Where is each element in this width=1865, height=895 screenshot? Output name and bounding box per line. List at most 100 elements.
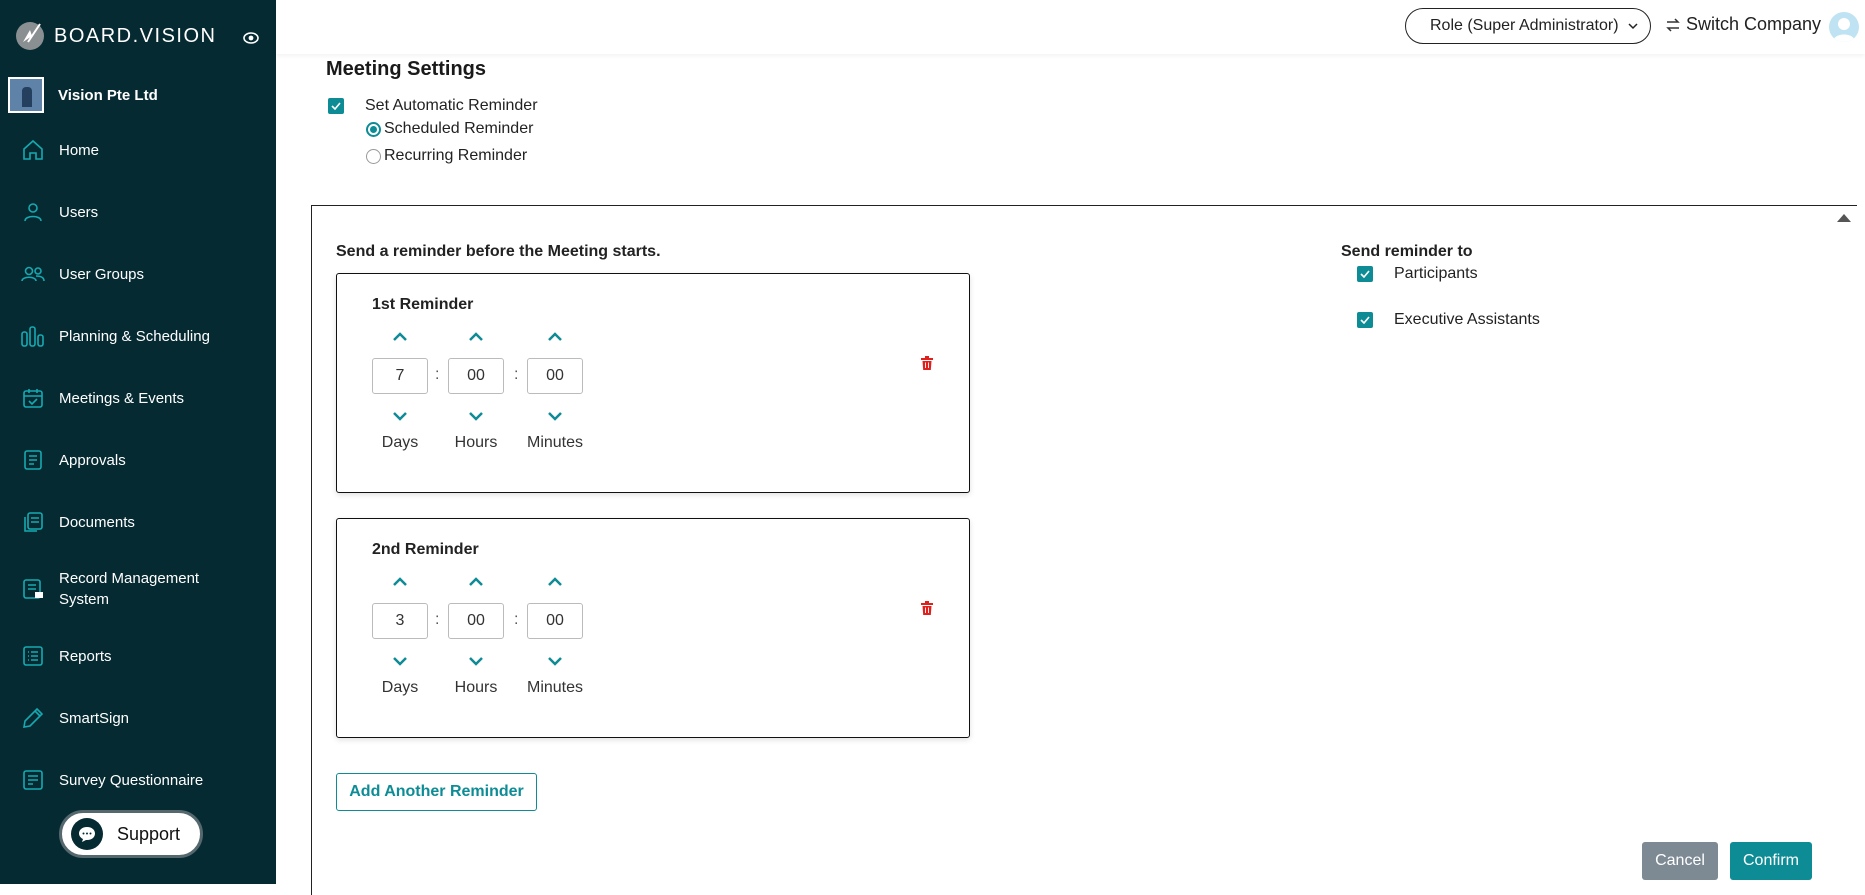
auto-reminder-label: Set Automatic Reminder [365,97,538,114]
hours-input[interactable]: 00 [448,358,504,394]
send-to-heading: Send reminder to [1341,243,1473,260]
delete-reminder-button[interactable] [921,601,933,620]
days-label: Days [381,434,419,451]
chevron-down-icon [548,656,562,666]
trash-icon [921,356,933,370]
days-input[interactable]: 3 [372,603,428,639]
reminder-title: 2nd Reminder [372,541,479,558]
days-input[interactable]: 7 [372,358,428,394]
survey-icon [20,767,46,793]
sidebar-item-record-management[interactable]: Record Management System [0,568,276,610]
sidebar-item-label: SmartSign [59,709,130,727]
confirm-button[interactable]: Confirm [1730,842,1812,880]
sidebar-item-home[interactable]: Home [0,130,276,170]
days-stepper: 7 Days [372,326,428,452]
sidebar-item-label: Home [59,141,100,159]
executive-assistants-checkbox[interactable]: Executive Assistants [1357,311,1540,329]
app-logo[interactable]: BOARD.VISION [14,20,216,52]
toggle-visibility-icon[interactable] [243,30,259,46]
reminder-title: 1st Reminder [372,296,474,313]
support-button[interactable]: Support [59,810,203,858]
increment-button[interactable] [448,326,504,346]
delete-reminder-button[interactable] [921,356,933,375]
sidebar-item-planning-scheduling[interactable]: Planning & Scheduling [0,316,276,356]
switch-company-label: Switch Company [1686,14,1822,34]
chevron-up-icon [469,331,483,341]
sidebar-item-label: Survey Questionnaire [59,771,204,789]
sidebar-item-label: Reports [59,647,112,665]
radio-unselected-icon [366,148,381,164]
sidebar-item-users[interactable]: Users [0,192,276,232]
chevron-down-icon [393,656,407,666]
reminder-card: 2nd Reminder 3 Days : 00 Hours : 00 Minu… [336,518,970,738]
time-separator: : [435,366,440,383]
time-separator: : [435,611,440,628]
hours-label: Hours [454,434,498,451]
minutes-input[interactable]: 00 [527,603,583,639]
days-label: Days [381,679,419,696]
time-separator: : [514,366,519,383]
increment-button[interactable] [527,571,583,591]
role-dropdown[interactable]: Role (Super Administrator) [1405,8,1651,44]
user-icon [20,199,46,225]
radio-scheduled-reminder[interactable]: Scheduled Reminder [366,120,533,138]
increment-button[interactable] [527,326,583,346]
add-reminder-button[interactable]: Add Another Reminder [336,773,537,811]
sidebar-item-survey-questionnaire[interactable]: Survey Questionnaire [0,760,276,800]
radio-recurring-reminder[interactable]: Recurring Reminder [366,147,527,165]
page-title: Meeting Settings [326,58,487,80]
chevron-up-icon [393,576,407,586]
switch-company-button[interactable]: Switch Company [1664,14,1821,35]
chevron-up-icon [393,331,407,341]
increment-button[interactable] [448,571,504,591]
sidebar-item-user-groups[interactable]: User Groups [0,254,276,294]
decrement-button[interactable] [372,651,428,671]
company-logo [8,77,44,113]
decrement-button[interactable] [448,651,504,671]
decrement-button[interactable] [527,406,583,426]
auto-reminder-checkbox[interactable]: Set Automatic Reminder [328,97,538,115]
decrement-button[interactable] [372,406,428,426]
minutes-stepper: 00 Minutes [527,571,583,697]
recipient-label: Executive Assistants [1394,311,1540,328]
decrement-button[interactable] [527,651,583,671]
main-content: Meeting Settings Set Automatic Reminder … [276,54,1865,895]
check-icon [1357,312,1373,328]
chevron-down-icon [469,656,483,666]
chevron-up-icon [548,331,562,341]
switch-arrows-icon [1666,17,1680,32]
chevron-down-icon [393,411,407,421]
minutes-label: Minutes [527,434,584,451]
sidebar-item-smartsign[interactable]: SmartSign [0,698,276,738]
pen-icon [20,705,46,731]
report-list-icon [20,643,46,669]
decrement-button[interactable] [448,406,504,426]
sidebar-item-approvals[interactable]: Approvals [0,440,276,480]
company-switcher[interactable]: Vision Pte Ltd [8,77,158,113]
minutes-input[interactable]: 00 [527,358,583,394]
sidebar-item-label: Planning & Scheduling [59,327,210,345]
increment-button[interactable] [372,571,428,591]
support-label: Support [117,823,181,844]
chat-bubble-icon [71,818,103,850]
bar-chart-icon [20,323,46,349]
scroll-up-arrow[interactable] [1837,214,1851,222]
avatar[interactable] [1829,12,1859,42]
sidebar-item-documents[interactable]: Documents [0,502,276,542]
reminder-card: 1st Reminder 7 Days : 00 Hours : 00 Minu… [336,273,970,493]
sidebar-item-reports[interactable]: Reports [0,636,276,676]
user-group-icon [20,261,46,287]
increment-button[interactable] [372,326,428,346]
cancel-button[interactable]: Cancel [1642,842,1718,880]
days-stepper: 3 Days [372,571,428,697]
sidebar-item-meetings-events[interactable]: Meetings & Events [0,378,276,418]
home-icon [20,137,46,163]
hours-stepper: 00 Hours [448,571,504,697]
chevron-down-icon [548,411,562,421]
radio-selected-icon [366,121,381,137]
participants-checkbox[interactable]: Participants [1357,265,1478,283]
recipient-label: Participants [1394,265,1478,282]
company-name: Vision Pte Ltd [58,86,158,104]
minutes-label: Minutes [527,679,584,696]
hours-input[interactable]: 00 [448,603,504,639]
